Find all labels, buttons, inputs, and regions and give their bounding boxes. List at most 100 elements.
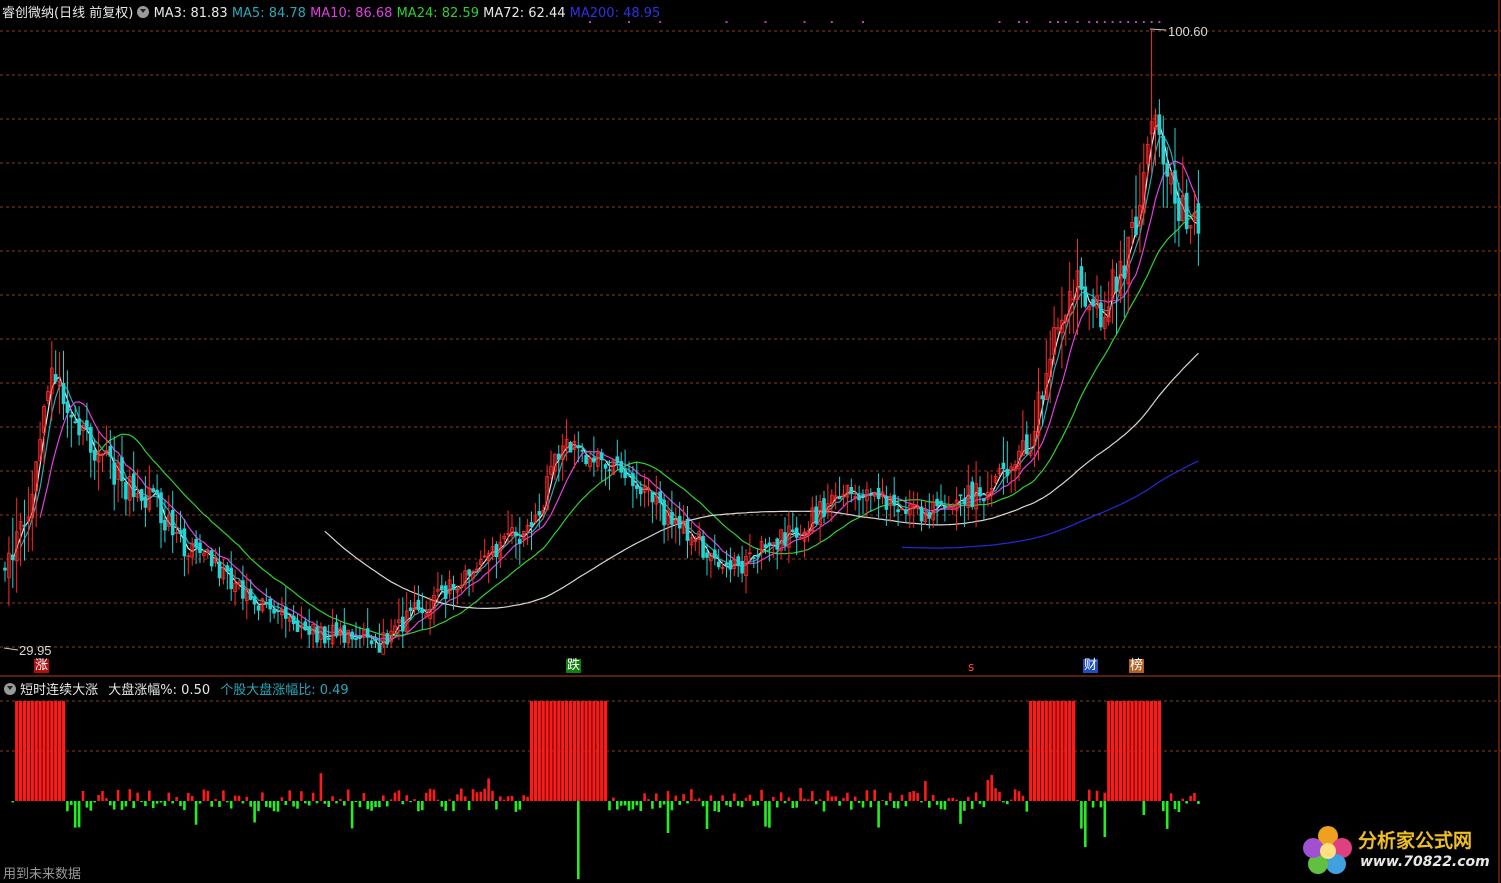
candle-body	[1079, 266, 1084, 290]
indicator-bar-up	[202, 789, 206, 801]
candle-body	[209, 550, 214, 567]
candle-body	[635, 485, 639, 489]
candle-body	[365, 628, 370, 638]
indicator-bar-up	[1153, 701, 1158, 801]
indicator-bar-up	[436, 799, 440, 801]
indicator-bar-down	[374, 801, 377, 808]
candle-body	[1196, 203, 1201, 234]
candle-body	[775, 538, 779, 550]
ma3-label: MA3: 81.83	[153, 6, 228, 21]
candle-body	[10, 554, 15, 561]
indicator-bar-up	[572, 701, 576, 801]
candle-body	[724, 562, 729, 566]
indicator-bar-up	[428, 788, 432, 801]
candle-body	[892, 494, 896, 506]
ma24-line	[94, 209, 1199, 637]
indicator-bar-down	[627, 801, 631, 811]
dropdown-circle-icon[interactable]	[137, 6, 150, 18]
signal-dot	[1135, 21, 1137, 23]
candle-body	[494, 544, 499, 558]
indicator-bar-down	[717, 801, 720, 812]
indicator-bar-down	[1177, 801, 1181, 812]
indicator-bar-up	[565, 701, 569, 801]
indicator-bar-down	[226, 801, 229, 803]
signal-dot	[862, 21, 864, 23]
candle-body	[400, 616, 405, 632]
candle-body	[73, 421, 78, 424]
candle-body	[124, 482, 128, 500]
candle-body	[315, 626, 319, 643]
indicator-bar-up	[311, 792, 315, 801]
candle-body	[884, 495, 889, 510]
candle-body	[467, 569, 471, 576]
indicator-bar-up	[533, 701, 537, 801]
candle-body	[276, 610, 280, 612]
marker-die[interactable]: 跌	[566, 659, 582, 673]
indicator-bar-up	[393, 792, 397, 801]
signal-dot	[803, 21, 806, 23]
candle-body	[326, 637, 331, 640]
signal-dot	[1018, 21, 1020, 23]
candle-body	[69, 414, 74, 418]
kline-chart[interactable]: 100.60 29.95	[0, 0, 1501, 883]
indicator-bar-up	[1134, 701, 1138, 801]
indicator-bar-up	[1111, 701, 1115, 801]
indicator-bar-down	[467, 801, 471, 811]
indicator-bar-down	[639, 801, 642, 812]
indicator-bar-up	[900, 794, 904, 801]
indicator-bar-down	[85, 801, 89, 808]
indicator-bar-down	[631, 801, 635, 810]
indicator-bar-up	[853, 796, 857, 801]
indicator-bar-up	[237, 795, 241, 801]
indicator-bar-up	[721, 795, 724, 801]
indicator-bar-up	[834, 796, 837, 801]
indicator-bar-down	[444, 801, 447, 811]
indicator-bar-down	[959, 801, 962, 824]
candle-body	[557, 453, 561, 460]
candle-body	[705, 552, 709, 558]
indicator-bar-up	[15, 701, 19, 801]
indicator-bar-down	[635, 801, 639, 806]
candle-body	[962, 498, 967, 504]
indicator-bar-down	[651, 801, 654, 809]
indicator-bar-down	[608, 801, 611, 811]
indicator-bar-down	[112, 801, 116, 810]
indicator-bar-up	[697, 798, 701, 801]
indicator-bar-down	[885, 801, 888, 806]
marker-bang[interactable]: 榜	[1129, 659, 1145, 673]
candle-body	[354, 638, 358, 640]
indicator-bar-up	[955, 799, 958, 801]
indicator-bar-up	[30, 701, 34, 801]
indicator-bar-down	[729, 801, 732, 808]
marker-cai[interactable]: 财	[1083, 659, 1099, 673]
indicator-bar-up	[600, 701, 604, 801]
indicator-bar-up	[580, 701, 584, 801]
indicator-bar-up	[346, 789, 350, 801]
indicator-bar-up	[233, 795, 237, 801]
indicator-bar-down	[140, 801, 143, 803]
indicator-bar-up	[1142, 701, 1146, 801]
signal-dot	[628, 21, 630, 23]
candle-body	[638, 487, 643, 495]
indicator-bar-up	[26, 701, 30, 801]
indicator-bar-up	[432, 789, 436, 801]
marker-s[interactable]: s	[967, 660, 975, 674]
indicator-grid	[0, 700, 1501, 752]
indicator-bar-down	[179, 801, 182, 807]
indicator-bar-down	[120, 801, 124, 810]
indicator-bar-up	[803, 798, 806, 801]
indicator-bar-up	[397, 790, 401, 801]
indicator-bars	[11, 701, 1200, 879]
indicator-bar-up	[994, 788, 997, 801]
indicator-bar-up	[846, 792, 849, 801]
candle-body	[1040, 395, 1045, 400]
indicator-bar-down	[768, 801, 771, 828]
indicator-bar-up	[553, 701, 557, 801]
indicator-bar-down	[241, 801, 245, 804]
marker-zhang[interactable]: 涨	[34, 659, 50, 673]
indicator-dropdown-icon[interactable]	[4, 683, 16, 695]
candle-body	[518, 538, 522, 544]
indicator-bar-down	[518, 801, 522, 810]
indicator-bar-down	[623, 801, 627, 806]
indicator-bar-up	[424, 792, 428, 801]
